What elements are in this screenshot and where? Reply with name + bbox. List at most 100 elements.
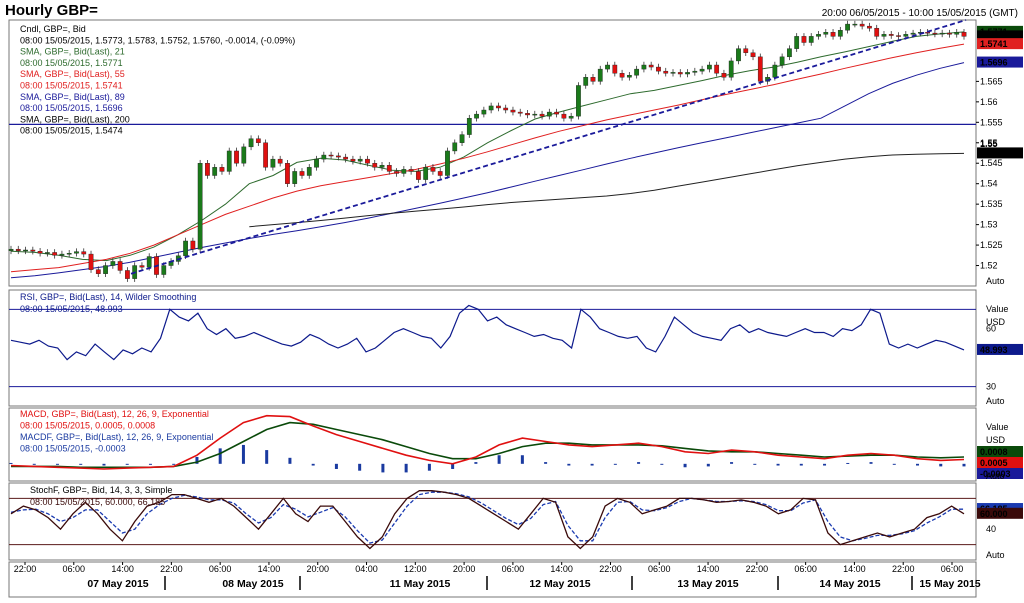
legend-main: SMA, GBP=, Bid(Last), 200: [20, 114, 130, 124]
candle-body: [161, 265, 167, 275]
candle-body: [205, 163, 210, 176]
time-tick-label: 06:00: [648, 564, 671, 574]
date-label: 13 May 2015: [677, 578, 738, 590]
candle-body: [343, 156, 349, 160]
usd-label: USD: [986, 435, 1006, 445]
time-tick-label: 06:00: [794, 564, 817, 574]
candle-body: [677, 72, 683, 75]
time-tick-label: 14:00: [111, 564, 134, 574]
candle-body: [277, 158, 283, 164]
time-tick-label: 22:00: [599, 564, 622, 574]
candle-body: [335, 155, 341, 158]
time-tick-label: 06:00: [941, 564, 964, 574]
candle-body: [707, 64, 712, 70]
macd-hist-bar: [869, 462, 873, 464]
macd-hist-bar: [730, 462, 734, 464]
candle-body: [757, 56, 763, 82]
candle-body: [219, 167, 225, 172]
candle-body: [8, 248, 14, 252]
candle-body: [44, 252, 50, 254]
candle-body: [743, 48, 749, 53]
macd-hist-bar: [520, 455, 524, 464]
date-label: 15 May 2015: [919, 578, 980, 590]
legend-main: 08:00 15/05/2015, 1.5741: [20, 81, 123, 91]
time-tick-label: 06:00: [209, 564, 232, 574]
legend-macd: 08:00 15/05/2015, 0.0005, 0.0008: [20, 421, 155, 431]
value-label: Value: [986, 304, 1008, 314]
macd-hist-bar: [334, 463, 338, 469]
candle-body: [837, 30, 843, 37]
candle-body: [226, 150, 232, 172]
auto-label: Auto: [986, 276, 1005, 286]
legend-stoch: 08:00 15/05/2015, 60.000, 66.185: [30, 497, 165, 507]
rsi-tick-label: 30: [986, 382, 996, 392]
legend-main: SMA, GBP=, Bid(Last), 55: [20, 69, 125, 79]
time-tick-label: 14:00: [697, 564, 720, 574]
macd-hist-bar: [265, 450, 269, 464]
macd-hist-bar: [381, 463, 385, 473]
price-tick-label: 1.56: [980, 97, 998, 107]
stoch-last-value: 60.000: [980, 509, 1008, 519]
candle-body: [830, 32, 836, 37]
macd-hist-bar: [916, 463, 920, 466]
macd-hist-bar: [590, 463, 594, 466]
candle-body: [641, 64, 647, 70]
macd-hist-bar: [939, 463, 943, 467]
candle-body: [590, 77, 596, 82]
candle-body: [881, 34, 887, 37]
last-value-text: 1.5696: [980, 58, 1008, 68]
price-tick-label: 1.555: [980, 117, 1003, 127]
candle-body: [285, 163, 290, 184]
candle-body: [656, 66, 661, 72]
candle-body: [619, 72, 625, 78]
candle-body: [379, 165, 385, 168]
time-tick-label: 22:00: [746, 564, 769, 574]
legend-main: 08:00 15/05/2015, 1.5773, 1.5783, 1.5752…: [20, 35, 295, 45]
candle-body: [794, 36, 800, 49]
legend-main: SMA, GBP=, Bid(Last), 89: [20, 92, 125, 102]
candle-body: [568, 115, 574, 119]
time-tick-label: 22:00: [160, 564, 183, 574]
candle-body: [190, 240, 196, 250]
candle-body: [299, 171, 305, 176]
candle-body: [583, 77, 589, 86]
candle-body: [110, 261, 116, 266]
price-tick-label: 1.53: [980, 220, 998, 230]
candle-body: [779, 56, 785, 66]
time-tick-label: 06:00: [502, 564, 525, 574]
macd-hist-bar: [427, 463, 431, 471]
price-tick-label: 1.545: [980, 158, 1003, 168]
usd-label: USD: [986, 317, 1006, 327]
time-tick-label: 06:00: [63, 564, 86, 574]
candle-body: [699, 68, 705, 72]
macd-hist-bar: [544, 462, 548, 464]
candle-body: [488, 105, 494, 111]
candle-body: [321, 154, 327, 160]
candle-body: [452, 142, 458, 152]
candle-body: [772, 64, 778, 78]
candle-body: [517, 111, 523, 114]
macd-hist-bar: [683, 463, 687, 468]
candle-body: [728, 60, 734, 78]
candle-body: [212, 167, 218, 176]
candle-body: [437, 171, 443, 176]
date-label: 12 May 2015: [529, 578, 590, 590]
legend-main: 08:00 15/05/2015, 1.5696: [20, 103, 123, 113]
candle-body: [241, 146, 247, 164]
candle-body: [597, 68, 603, 82]
candle-body: [365, 158, 370, 164]
candle-body: [66, 253, 72, 255]
candle-body: [386, 165, 392, 172]
date-label: 14 May 2015: [819, 578, 880, 590]
time-tick-label: 04:00: [355, 564, 378, 574]
candle-body: [867, 25, 872, 29]
candle-body: [721, 72, 727, 78]
legend-macd: MACDF, GBP=, Bid(Last), 12, 26, 9, Expon…: [20, 432, 213, 442]
macd-hist-bar: [497, 455, 501, 464]
candle-body: [939, 32, 945, 35]
candle-body: [37, 251, 43, 254]
candle-body: [954, 32, 960, 35]
date-label: 11 May 2015: [390, 578, 451, 590]
candle-body: [692, 70, 698, 73]
date-label: 08 May 2015: [222, 578, 283, 590]
